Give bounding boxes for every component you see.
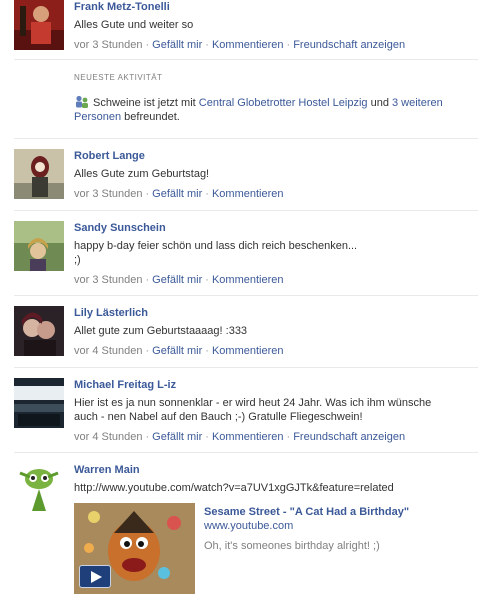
post-meta: vor 4 Stunden · Gefällt mir · Kommentieren xyxy=(74,345,284,357)
post-meta: vor 3 Stunden · Gefällt mir · Kommentieren xyxy=(74,274,284,286)
divider xyxy=(14,138,478,139)
post-message: Allet gute zum Geburtstaaaag! :333 xyxy=(74,325,248,337)
video-thumbnail[interactable] xyxy=(74,503,195,594)
comment-link[interactable]: Kommentieren xyxy=(212,345,284,357)
post-time: vor 3 Stunden xyxy=(74,274,143,286)
activity-link-hostel[interactable]: Central Globetrotter Hostel Leipzig xyxy=(199,97,368,109)
view-friendship-link[interactable]: Freundschaft anzeigen xyxy=(293,39,405,51)
video-description: Oh, it's someones birthday alright! ;) xyxy=(204,540,380,552)
avatar[interactable] xyxy=(14,149,64,199)
post-message: Alles Gute und weiter so xyxy=(74,19,194,31)
avatar[interactable] xyxy=(14,0,64,50)
like-link[interactable]: Gefällt mir xyxy=(152,345,202,357)
post-author-link[interactable]: Robert Lange xyxy=(74,149,472,163)
feed-post: Lily Lästerlich Allet gute zum Geburtsta… xyxy=(14,306,478,358)
feed-post: Frank Metz-Tonelli Alles Gute und weiter… xyxy=(14,0,478,51)
activity-text-suffix: befreundet. xyxy=(124,111,180,123)
comment-link[interactable]: Kommentieren xyxy=(212,188,284,200)
activity-text-mid: und xyxy=(370,97,389,109)
divider xyxy=(14,367,478,368)
video-title-link[interactable]: Sesame Street - "A Cat Had a Birthday" xyxy=(204,505,474,519)
post-author-link[interactable]: Lily Lästerlich xyxy=(74,306,472,320)
avatar[interactable] xyxy=(14,463,64,513)
post-time: vor 3 Stunden xyxy=(74,188,143,200)
comment-link[interactable]: Kommentieren xyxy=(212,39,284,51)
divider xyxy=(14,295,478,296)
activity-item: Schweine ist jetzt mit Central Globetrot… xyxy=(74,95,472,124)
post-meta: vor 3 Stunden · Gefällt mir · Kommentieren xyxy=(74,188,284,200)
divider xyxy=(14,210,478,211)
post-meta: vor 3 Stunden · Gefällt mir · Kommentieren · F… xyxy=(74,39,406,51)
like-link[interactable]: Gefällt mir xyxy=(152,431,202,443)
post-time: vor 4 Stunden xyxy=(74,431,143,443)
feed-post: Sandy Sunschein happy b-day feier schön … xyxy=(14,221,478,287)
post-message: Alles Gute zum Geburtstag! xyxy=(74,168,210,180)
video-source-link[interactable]: www.youtube.com xyxy=(204,519,474,533)
divider xyxy=(14,59,478,60)
feed-post: Michael Freitag L-iz Hier ist es ja nun … xyxy=(14,378,478,444)
video-attachment: Sesame Street - "A Cat Had a Birthday" w… xyxy=(74,503,474,595)
avatar[interactable] xyxy=(14,378,64,428)
post-url-link[interactable]: http://www.youtube.com/watch?v=a7UV1xgGJ… xyxy=(74,481,472,495)
comment-link[interactable]: Kommentieren xyxy=(212,274,284,286)
play-icon[interactable] xyxy=(79,565,111,588)
post-message: happy b-day feier schön und lass dich re… xyxy=(74,240,358,266)
view-friendship-link[interactable]: Freundschaft anzeigen xyxy=(293,431,405,443)
avatar[interactable] xyxy=(14,306,64,356)
post-time: vor 3 Stunden xyxy=(74,39,143,51)
post-author-link[interactable]: Sandy Sunschein xyxy=(74,221,472,235)
friends-icon xyxy=(74,95,90,109)
activity-text: Schweine ist jetzt mit xyxy=(93,97,196,109)
feed-post: Warren Main http://www.youtube.com/watch… xyxy=(14,463,478,598)
post-author-link[interactable]: Warren Main xyxy=(74,463,472,477)
post-message: Hier ist es ja nun sonnenklar - er wird … xyxy=(74,397,432,423)
post-time: vor 4 Stunden xyxy=(74,345,143,357)
post-meta: vor 4 Stunden · Gefällt mir · Kommentieren · F… xyxy=(74,431,406,443)
post-author-link[interactable]: Michael Freitag L-iz xyxy=(74,378,472,392)
post-author-link[interactable]: Frank Metz-Tonelli xyxy=(74,0,472,14)
divider xyxy=(14,452,478,453)
feed-post: Robert Lange Alles Gute zum Geburtstag! … xyxy=(14,149,478,201)
like-link[interactable]: Gefällt mir xyxy=(152,188,202,200)
like-link[interactable]: Gefällt mir xyxy=(152,274,202,286)
activity-heading: NEUESTE AKTIVITÄT xyxy=(74,73,163,82)
comment-link[interactable]: Kommentieren xyxy=(212,431,284,443)
like-link[interactable]: Gefällt mir xyxy=(152,39,202,51)
avatar[interactable] xyxy=(14,221,64,271)
